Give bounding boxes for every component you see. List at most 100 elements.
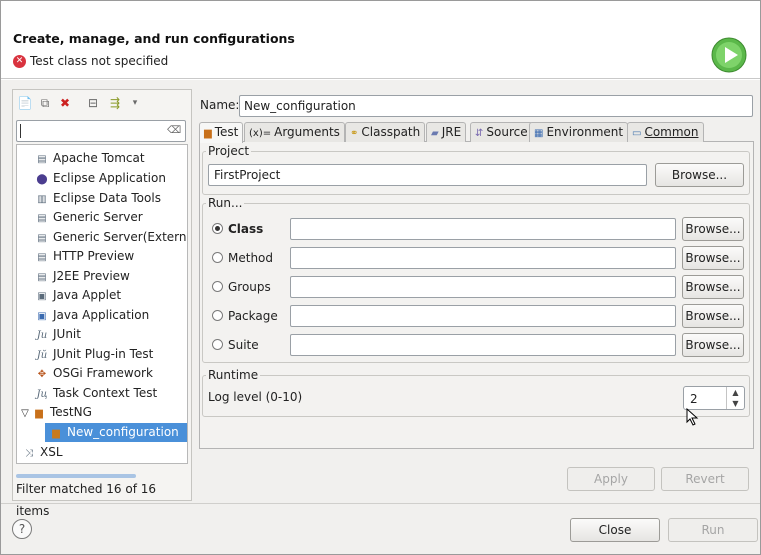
suite-input[interactable] xyxy=(290,334,676,356)
groups-browse-button[interactable]: Browse... xyxy=(682,275,744,299)
tree-item-generic-server-external[interactable]: ▤ Generic Server(External xyxy=(35,228,187,247)
tree-item-apache-tomcat[interactable]: ▤ Apache Tomcat xyxy=(35,149,144,168)
tree-item-http-preview[interactable]: ▤ HTTP Preview xyxy=(35,247,134,266)
package-input[interactable] xyxy=(290,305,676,327)
suite-browse-button[interactable]: Browse... xyxy=(682,333,744,357)
radio-class[interactable]: Class xyxy=(212,219,263,239)
log-level-spinner[interactable]: 2 ▲ ▼ xyxy=(683,386,745,410)
tab-bar: ▆ Test (x)= Arguments ⚭ Classpath ▰ JRE ⇵ Sou… xyxy=(199,122,754,143)
server-icon: ▤ xyxy=(37,213,47,224)
arguments-icon: (x)= xyxy=(249,128,272,139)
tree-item-eclipse-application[interactable]: ⬤ Eclipse Application xyxy=(35,169,166,188)
tree-item-task-context-test[interactable]: Jц Task Context Test xyxy=(35,384,158,403)
help-icon[interactable]: ? xyxy=(12,519,32,539)
error-icon: ✕ xyxy=(13,55,26,68)
tab-classpath[interactable]: ⚭ Classpath xyxy=(345,122,426,142)
groups-input[interactable] xyxy=(290,276,676,298)
tree-item-junit-plugin-test[interactable]: Jŭ JUnit Plug-in Test xyxy=(35,345,154,364)
environment-icon: ▦ xyxy=(534,128,544,139)
filter-status: Filter matched 16 of 16 items xyxy=(16,482,157,518)
task-context-icon: Jц xyxy=(36,389,48,400)
jre-icon: ▰ xyxy=(431,128,439,139)
java-app-icon: ▣ xyxy=(37,311,47,322)
run-group-title: Run... xyxy=(206,196,245,210)
radio-suite-button[interactable] xyxy=(212,339,223,350)
classpath-icon: ⚭ xyxy=(350,128,359,139)
radio-groups[interactable]: Groups xyxy=(212,277,271,297)
close-button[interactable]: Close xyxy=(570,518,660,542)
tree-item-eclipse-data-tools[interactable]: ▥ Eclipse Data Tools xyxy=(35,189,161,208)
eclipse-icon: ⬤ xyxy=(36,174,48,185)
server-icon: ▤ xyxy=(37,233,47,244)
filter-caret xyxy=(20,124,21,138)
project-group-title: Project xyxy=(206,144,252,158)
delete-icon[interactable]: ✖ xyxy=(57,95,73,111)
tree-item-java-application[interactable]: ▣ Java Application xyxy=(35,306,149,325)
clear-filter-icon[interactable]: ⌫ xyxy=(167,124,181,138)
applet-icon: ▣ xyxy=(37,291,47,302)
radio-method[interactable]: Method xyxy=(212,248,273,268)
chevron-down-icon[interactable]: ▾ xyxy=(127,95,143,111)
testng-icon: ▆ xyxy=(204,128,212,139)
mouse-cursor-icon xyxy=(686,408,699,426)
tab-test[interactable]: ▆ Test xyxy=(199,122,244,143)
run-button[interactable]: Run xyxy=(668,518,758,542)
radio-package[interactable]: Package xyxy=(212,306,278,326)
radio-groups-button[interactable] xyxy=(212,281,223,292)
method-browse-button[interactable]: Browse... xyxy=(682,246,744,270)
left-toolbar: 📄 ⧉ ✖ ⊟ ⇶ ▾ xyxy=(13,93,188,115)
new-config-icon[interactable]: 📄 xyxy=(17,95,33,111)
revert-button[interactable]: Revert xyxy=(661,467,749,491)
header-title: Create, manage, and run configurations xyxy=(13,31,295,46)
tree-item-osgi-framework[interactable]: ✥ OSGi Framework xyxy=(35,364,153,383)
expanded-arrow-icon[interactable]: ▽ xyxy=(20,404,30,423)
radio-class-button[interactable] xyxy=(212,223,223,234)
package-browse-button[interactable]: Browse... xyxy=(682,304,744,328)
apply-button[interactable]: Apply xyxy=(567,467,655,491)
xsl-icon: ⤨ xyxy=(25,448,33,459)
tree-item-new-configuration[interactable]: ▆ New_configuration xyxy=(45,423,187,442)
name-input[interactable]: New_configuration xyxy=(239,95,753,117)
log-level-label: Log level (0-10) xyxy=(208,390,303,404)
testng-icon: ▆ xyxy=(52,428,60,439)
log-level-value: 2 xyxy=(690,392,698,406)
method-input[interactable] xyxy=(290,247,676,269)
tab-jre[interactable]: ▰ JRE xyxy=(426,122,467,142)
tree-item-xsl[interactable]: ⤨ XSL xyxy=(22,443,63,462)
junit-plugin-icon: Jŭ xyxy=(36,350,48,361)
run-logo-icon xyxy=(711,37,747,73)
radio-method-button[interactable] xyxy=(212,252,223,263)
tab-environment[interactable]: ▦ Environment xyxy=(529,122,629,142)
testng-icon: ▆ xyxy=(35,408,43,419)
tree-item-j2ee-preview[interactable]: ▤ J2EE Preview xyxy=(35,267,130,286)
class-input[interactable] xyxy=(290,218,676,240)
tree-item-testng[interactable]: ▽ ▆ TestNG xyxy=(20,403,92,422)
server-icon: ▤ xyxy=(37,272,47,283)
tree-item-junit[interactable]: Ju JUnit xyxy=(35,325,81,344)
tree-item-java-applet[interactable]: ▣ Java Applet xyxy=(35,286,121,305)
class-browse-button[interactable]: Browse... xyxy=(682,217,744,241)
project-input[interactable]: FirstProject xyxy=(208,164,647,186)
duplicate-icon[interactable]: ⧉ xyxy=(37,95,53,111)
database-icon: ▥ xyxy=(37,194,47,205)
radio-suite[interactable]: Suite xyxy=(212,335,259,355)
runtime-group-title: Runtime xyxy=(206,368,261,382)
osgi-icon: ✥ xyxy=(37,369,47,380)
tree-item-generic-server[interactable]: ▤ Generic Server xyxy=(35,208,142,227)
filter-icon[interactable]: ⇶ xyxy=(107,95,123,111)
header-message: Test class not specified xyxy=(30,54,169,68)
project-browse-button[interactable]: Browse... xyxy=(655,163,744,187)
tab-arguments[interactable]: (x)= Arguments xyxy=(244,122,345,142)
common-icon: ▭ xyxy=(632,128,642,139)
collapse-all-icon[interactable]: ⊟ xyxy=(85,95,101,111)
junit-icon: Ju xyxy=(36,330,48,341)
filter-input[interactable]: ⌫ xyxy=(16,120,186,142)
spinner-arrows-icon[interactable]: ▲ ▼ xyxy=(726,387,744,409)
source-icon: ⇵ xyxy=(475,128,484,139)
tab-common[interactable]: ▭ Common xyxy=(627,122,704,142)
server-icon: ▤ xyxy=(37,252,47,263)
tab-source[interactable]: ⇵ Source xyxy=(470,122,533,142)
server-icon: ▤ xyxy=(37,154,47,165)
radio-package-button[interactable] xyxy=(212,310,223,321)
name-label: Name: xyxy=(200,98,240,112)
